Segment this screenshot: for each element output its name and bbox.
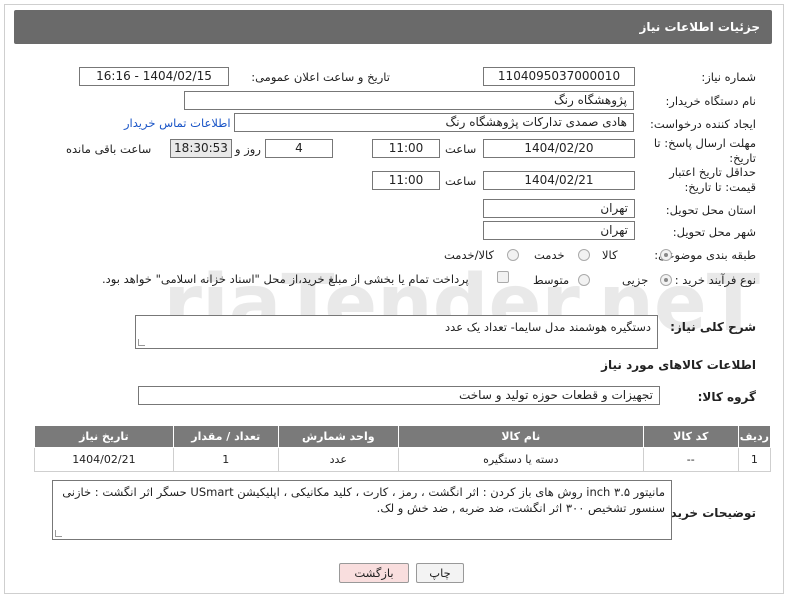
category-service-radio[interactable] — [578, 249, 590, 261]
goods-info-heading: اطلاعات کالاهای مورد نیاز — [601, 358, 756, 372]
price-validity-label: حداقل تاریخ اعتبار قیمت: تا تاریخ: — [669, 165, 756, 194]
goods-group-field: تجهیزات و قطعات حوزه تولید و ساخت — [138, 386, 660, 405]
category-service-label: خدمت — [534, 248, 565, 262]
buyer-notes-field[interactable]: مانیتور ۳.۵ inch روش های باز کردن : اثر … — [52, 480, 672, 540]
category-goods-service-label: کالا/خدمت — [444, 248, 495, 262]
price-date-field: 1404/02/21 — [483, 171, 635, 190]
reply-date-field: 1404/02/20 — [483, 139, 635, 158]
remaining-time-field: 18:30:53 — [170, 139, 232, 158]
resize-grip-icon[interactable] — [138, 339, 145, 346]
buyer-org-field: پژوهشگاه رنگ — [184, 91, 634, 110]
contact-info-link[interactable]: اطلاعات تماس خریدار — [124, 116, 231, 130]
announce-datetime-label: تاریخ و ساعت اعلان عمومی: — [251, 70, 390, 84]
page-title: جزئیات اطلاعات نیاز — [639, 20, 760, 34]
cell-date: 1404/02/21 — [34, 447, 174, 472]
col-code-header: کد کالا — [642, 425, 739, 448]
days-label: روز و — [235, 142, 261, 156]
table-row: 1 -- دسته یا دستگیره عدد 1 1404/02/21 — [34, 447, 772, 472]
goods-group-label: گروه کالا: — [697, 390, 756, 404]
table-header-row: ردیف کد کالا نام کالا واحد شمارش تعداد /… — [34, 425, 772, 448]
purchase-medium-radio[interactable] — [578, 274, 590, 286]
need-number-field: 1104095037000010 — [483, 67, 635, 86]
cell-name: دسته یا دستگیره — [397, 447, 644, 472]
cell-qty: 1 — [172, 447, 279, 472]
page-header: جزئیات اطلاعات نیاز — [14, 10, 772, 44]
purchase-type-label: نوع فرآیند خرید : — [674, 273, 756, 287]
price-time-field: 11:00 — [372, 171, 440, 190]
description-text: دستگیره هوشمند مدل سایما- تعداد یک عدد — [445, 320, 651, 334]
requester-field: هادی صمدی تدارکات پژوهشگاه رنگ — [234, 113, 634, 132]
reply-time-label: ساعت — [445, 142, 477, 156]
items-table: ردیف کد کالا نام کالا واحد شمارش تعداد /… — [34, 425, 772, 472]
reply-deadline-label: مهلت ارسال پاسخ: تا تاریخ: — [653, 136, 756, 165]
cell-row: 1 — [737, 447, 772, 472]
category-goods-service-radio[interactable] — [507, 249, 519, 261]
cell-unit: عدد — [277, 447, 399, 472]
price-time-label: ساعت — [445, 174, 477, 188]
buyer-notes-text: مانیتور ۳.۵ inch روش های باز کردن : اثر … — [62, 485, 665, 515]
treasury-note: پرداخت تمام یا بخشی از مبلغ خرید،از محل … — [102, 272, 469, 286]
days-field: 4 — [265, 139, 333, 158]
resize-grip-icon[interactable] — [55, 530, 62, 537]
city-label: شهر محل تحویل: — [672, 225, 756, 239]
description-field[interactable]: دستگیره هوشمند مدل سایما- تعداد یک عدد — [135, 315, 658, 349]
buyer-org-label: نام دستگاه خریدار: — [665, 94, 756, 108]
col-qty-header: تعداد / مقدار — [172, 425, 279, 448]
city-field: تهران — [483, 221, 635, 240]
cell-code: -- — [642, 447, 739, 472]
print-button[interactable]: چاپ — [416, 563, 464, 583]
announce-datetime-field: 1404/02/15 - 16:16 — [79, 67, 229, 86]
description-label: شرح کلی نیاز: — [670, 320, 756, 334]
reply-time-field: 11:00 — [372, 139, 440, 158]
province-field: تهران — [483, 199, 635, 218]
category-goods-radio[interactable] — [660, 249, 672, 261]
purchase-minor-radio[interactable] — [660, 274, 672, 286]
col-row-header: ردیف — [737, 425, 772, 448]
col-unit-header: واحد شمارش — [277, 425, 399, 448]
purchase-minor-label: جزیی — [622, 273, 649, 287]
col-date-header: تاریخ نیاز — [34, 425, 174, 448]
back-button[interactable]: بازگشت — [339, 563, 409, 583]
remaining-label: ساعت باقی مانده — [66, 142, 152, 156]
col-name-header: نام کالا — [397, 425, 644, 448]
purchase-medium-label: متوسط — [533, 273, 570, 287]
province-label: استان محل تحویل: — [665, 203, 756, 217]
category-goods-label: کالا — [602, 248, 618, 262]
need-number-label: شماره نیاز: — [701, 70, 756, 84]
treasury-checkbox[interactable] — [497, 271, 509, 283]
requester-label: ایجاد کننده درخواست: — [650, 117, 756, 131]
